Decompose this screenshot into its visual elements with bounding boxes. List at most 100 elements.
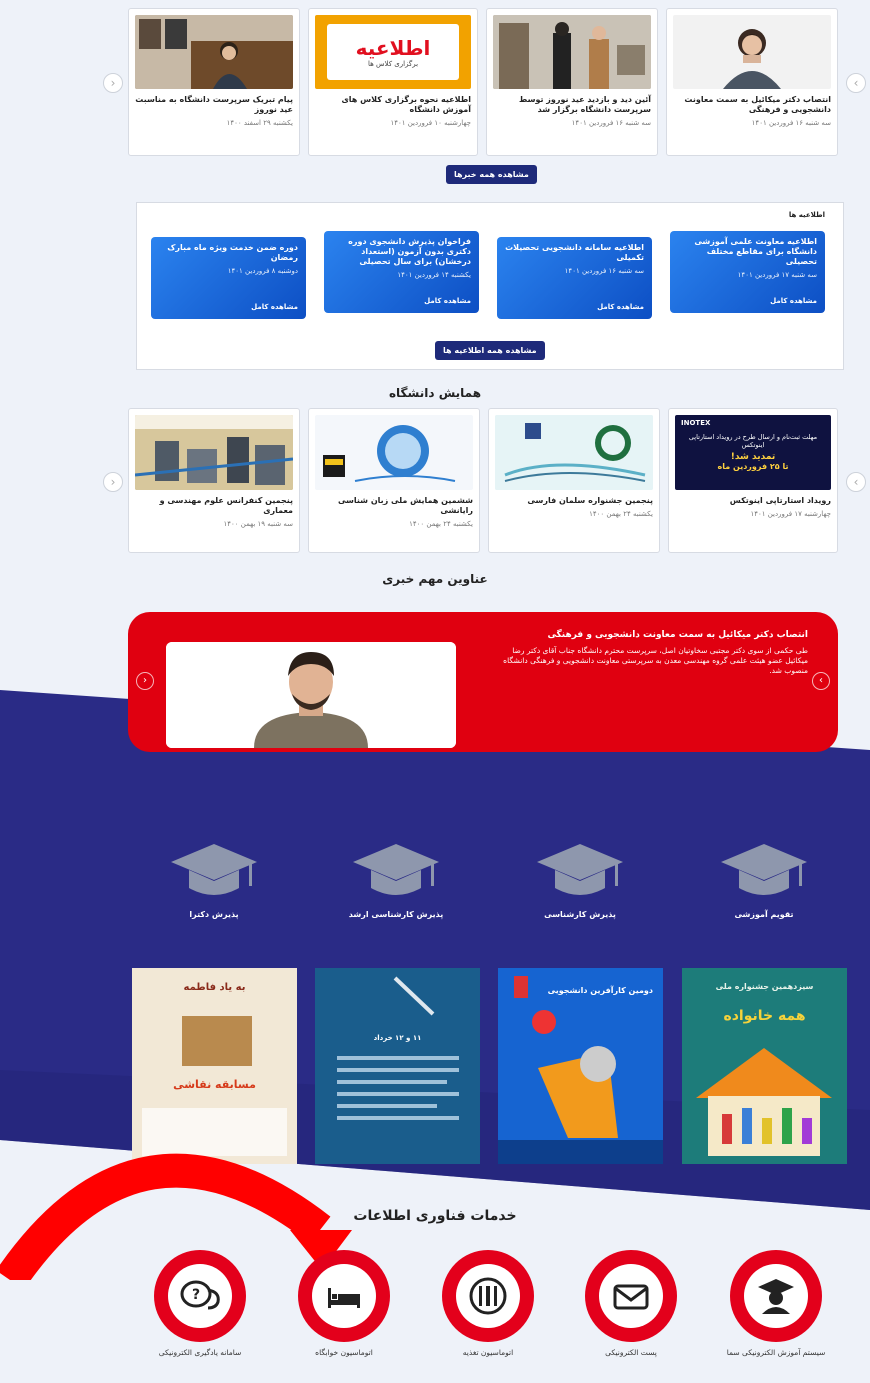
news-title[interactable]: پیام تبریک سرپرست دانشگاه به مناسبت عید … <box>135 95 293 115</box>
conference-date: یکشنبه ۲۴ بهمن ۱۴۰۰ <box>409 520 473 528</box>
news-date: سه شنبه ۱۶ فروردین ۱۴۰۱ <box>751 119 831 127</box>
notices-heading: اطلاعیه ها <box>788 211 825 219</box>
poster-title: همه خانواده <box>723 1008 806 1024</box>
notice-more-link[interactable]: مشاهده کامل <box>597 303 644 311</box>
capability-bachelor-admission[interactable]: پذیرش کارشناسی <box>530 840 630 919</box>
notice-title: اطلاعیه معاونت علمی آموزشی دانشگاه برای … <box>694 237 817 266</box>
poster-banner[interactable]: دومین کارآفرین دانشجویی <box>498 968 663 1164</box>
news-title[interactable]: آئین دید و بازدید عید نوروز توسط سرپرست … <box>493 95 651 115</box>
svg-text:?: ? <box>192 1287 200 1303</box>
headline-text: طی حکمی از سوی دکتر مجتبی سخاوتیان اصل، … <box>503 646 808 676</box>
conference-thumbnail: INOTEX مهلت ثبت‌نام و ارسال طرح در رویدا… <box>675 415 831 490</box>
conference-title[interactable]: پنجمین جشنواره سلمان فارسی <box>495 496 653 506</box>
conference-date: یکشنبه ۲۴ بهمن ۱۴۰۰ <box>589 510 653 518</box>
thumbnail-deadline: تا ۲۵ فروردین ماه <box>717 461 789 471</box>
headline-slide[interactable]: انتصاب دکتر میکائیل به سمت معاونت دانشجو… <box>128 612 838 752</box>
student-icon <box>744 1264 808 1328</box>
headlines-heading: عناوین مهم خبری <box>382 572 488 586</box>
question-chat-icon: ? <box>168 1264 232 1328</box>
graduation-cap-icon <box>353 844 439 895</box>
conference-thumbnail <box>315 415 473 490</box>
poster-headline: دومین کارآفرین دانشجویی <box>547 986 653 995</box>
conf-next-arrow[interactable]: › <box>846 472 866 492</box>
notice-title: اطلاعیه سامانه دانشجویی تحصیلات تکمیلی <box>505 243 644 262</box>
notices-list: اطلاعیه معاونت علمی آموزشی دانشگاه برای … <box>151 231 825 319</box>
news-title[interactable]: اطلاعیه نحوه برگزاری کلاس های آموزش دانش… <box>315 95 471 115</box>
conference-thumbnail <box>135 415 293 490</box>
news-date: چهارشنبه ۱۰ فروردین ۱۴۰۱ <box>390 119 471 127</box>
news-next-arrow[interactable]: › <box>846 73 866 93</box>
news-carousel: انتصاب دکتر میکائیل به سمت معاونت دانشجو… <box>128 8 838 158</box>
service-label: سامانه یادگیری الکترونیکی <box>158 1348 242 1357</box>
news-thumbnail <box>673 15 831 89</box>
news-prev-arrow[interactable]: ‹ <box>103 73 123 93</box>
capability-phd-admission[interactable]: پذیرش دکترا <box>164 840 264 919</box>
headline-photo <box>166 642 456 748</box>
notice-card[interactable]: فراخوان پذیرش دانشجوی دوره دکتری بدون آز… <box>324 231 479 313</box>
notice-title: دوره ضمن خدمت ویژه ماه مبارک رمضان <box>167 243 298 262</box>
conference-title[interactable]: پنجمین کنفرانس علوم مهندسی و معماری <box>135 496 293 516</box>
service-label: سیستم آموزش الکترونیکی سما <box>726 1348 826 1357</box>
news-card[interactable]: انتصاب دکتر میکائیل به سمت معاونت دانشجو… <box>666 8 838 156</box>
service-elearning[interactable]: ? سامانه یادگیری الکترونیکی <box>140 1250 260 1358</box>
service-email[interactable]: پست الکترونیکی <box>571 1250 691 1358</box>
conference-card[interactable]: پنجمین کنفرانس علوم مهندسی و معماری سه ش… <box>128 408 300 553</box>
conference-card[interactable]: INOTEX مهلت ثبت‌نام و ارسال طرح در رویدا… <box>668 408 838 553</box>
notice-date: دوشنبه ۸ فروردین ۱۴۰۱ <box>227 267 298 275</box>
conf-prev-arrow[interactable]: ‹ <box>103 472 123 492</box>
news-card[interactable]: اطلاعیه برگزاری کلاس ها اطلاعیه نحوه برگ… <box>308 8 478 156</box>
news-card[interactable]: پیام تبریک سرپرست دانشگاه به مناسبت عید … <box>128 8 300 156</box>
bed-icon <box>312 1264 376 1328</box>
service-label: اتوماسیون خوابگاه <box>315 1348 373 1357</box>
mail-icon <box>599 1264 663 1328</box>
thumbnail-brand: INOTEX <box>681 419 711 427</box>
notice-card[interactable]: اطلاعیه معاونت علمی آموزشی دانشگاه برای … <box>670 231 825 313</box>
headline-next-arrow[interactable]: › <box>812 672 830 690</box>
notices-section: اطلاعیه ها اطلاعیه معاونت علمی آموزشی دا… <box>136 202 844 370</box>
view-all-news-button[interactable]: مشاهده همه خبرها <box>446 165 537 184</box>
capability-label: پذیرش کارشناسی <box>544 910 616 919</box>
capability-academic-calendar[interactable]: تقویم آموزشی <box>714 840 814 919</box>
poster-headline: سیزدهمین جشنواره ملی <box>715 982 814 991</box>
conferences-heading: همایش دانشگاه <box>388 386 482 400</box>
graduation-cap-icon <box>171 844 257 895</box>
conference-title[interactable]: رویداد استارتاپی اینوتکس <box>675 496 831 506</box>
notice-more-link[interactable]: مشاهده کامل <box>424 297 471 305</box>
service-dormitory[interactable]: اتوماسیون خوابگاه <box>284 1250 404 1358</box>
poster-banner[interactable]: سیزدهمین جشنواره ملی همه خانواده <box>682 968 847 1164</box>
conference-thumbnail <box>495 415 653 490</box>
news-card[interactable]: آئین دید و بازدید عید نوروز توسط سرپرست … <box>486 8 658 156</box>
news-title[interactable]: انتصاب دکتر میکائیل به سمت معاونت دانشجو… <box>673 95 831 115</box>
view-all-notices-button[interactable]: مشاهده همه اطلاعیه ها <box>435 341 545 360</box>
service-label: اتوماسیون تغذیه <box>462 1348 514 1357</box>
headline-title[interactable]: انتصاب دکتر میکائیل به سمت معاونت دانشجو… <box>547 630 808 640</box>
notice-card[interactable]: اطلاعیه سامانه دانشجویی تحصیلات تکمیلی س… <box>497 237 652 319</box>
food-icon <box>456 1264 520 1328</box>
news-thumbnail <box>135 15 293 89</box>
graduation-cap-icon <box>537 844 623 895</box>
conference-card[interactable]: پنجمین جشنواره سلمان فارسی یکشنبه ۲۴ بهم… <box>488 408 660 553</box>
news-thumbnail: اطلاعیه برگزاری کلاس ها <box>315 15 471 89</box>
notice-card[interactable]: دوره ضمن خدمت ویژه ماه مبارک رمضان دوشنب… <box>151 237 306 319</box>
notice-more-link[interactable]: مشاهده کامل <box>770 297 817 305</box>
service-sama[interactable]: سیستم آموزش الکترونیکی سما <box>716 1250 836 1358</box>
conferences-carousel: INOTEX مهلت ثبت‌نام و ارسال طرح در رویدا… <box>128 408 838 553</box>
news-date: یکشنبه ۲۹ اسفند ۱۴۰۰ <box>226 119 293 127</box>
conference-card[interactable]: ششمین همایش ملی زبان شناسی رایانشی یکشنب… <box>308 408 480 553</box>
poster-headline: ۱۱ و ۱۲ خرداد <box>373 1034 422 1042</box>
capability-label: پذیرش دکترا <box>189 910 239 919</box>
headline-prev-arrow[interactable]: ‹ <box>136 672 154 690</box>
notice-date: یکشنبه ۱۴ فروردین ۱۴۰۱ <box>397 271 471 279</box>
thumbnail-subheading: برگزاری کلاس ها <box>367 60 419 68</box>
service-food[interactable]: اتوماسیون تغذیه <box>428 1250 548 1358</box>
capability-label: پذیرش کارشناسی ارشد <box>348 910 444 919</box>
capability-master-admission[interactable]: پذیرش کارشناسی ارشد <box>346 840 446 919</box>
conference-title[interactable]: ششمین همایش ملی زبان شناسی رایانشی <box>315 496 473 516</box>
services-heading: خدمات فناوری اطلاعات <box>353 1208 517 1224</box>
graduation-cap-icon <box>721 844 807 895</box>
conference-date: سه شنبه ۱۹ بهمن ۱۴۰۰ <box>223 520 293 528</box>
notice-more-link[interactable]: مشاهده کامل <box>251 303 298 311</box>
news-date: سه شنبه ۱۶ فروردین ۱۴۰۱ <box>571 119 651 127</box>
news-thumbnail <box>493 15 651 89</box>
notice-date: سه شنبه ۱۷ فروردین ۱۴۰۱ <box>737 271 817 279</box>
